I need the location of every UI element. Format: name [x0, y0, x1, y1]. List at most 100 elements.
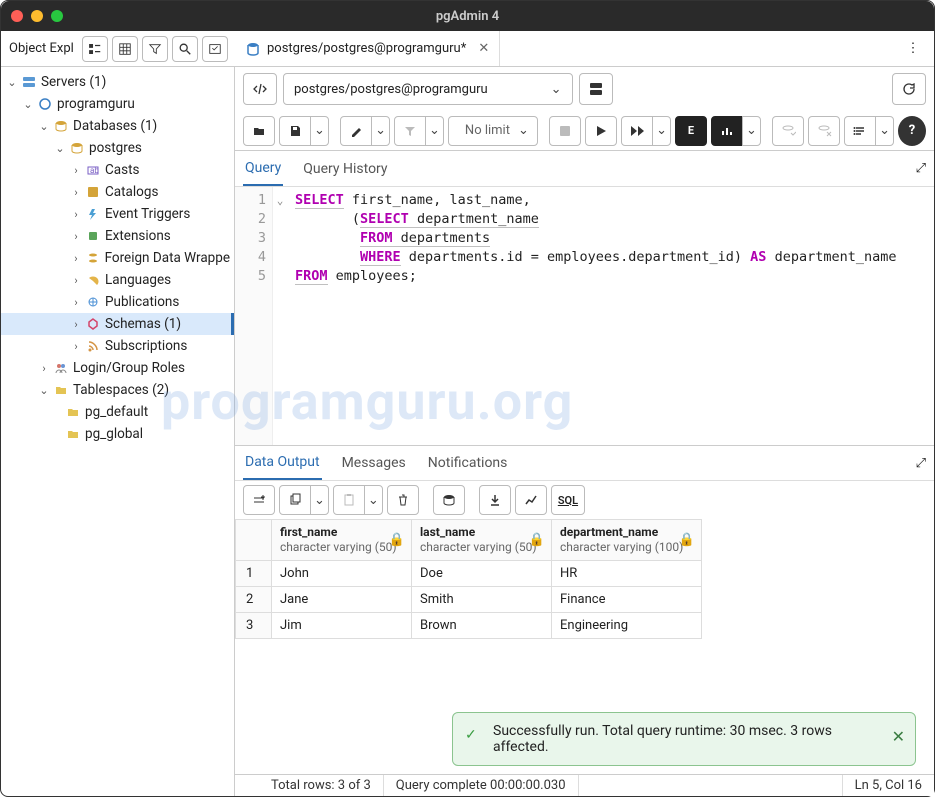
editor-tab-label: postgres/postgres@programguru*: [267, 41, 466, 56]
explain-dropdown[interactable]: [652, 116, 671, 146]
tree-databases[interactable]: ⌄Databases (1): [1, 115, 234, 137]
download-button[interactable]: [479, 485, 511, 515]
expand-output-icon[interactable]: ⤢: [916, 456, 926, 471]
rollback-button[interactable]: [808, 116, 840, 146]
sql-editor[interactable]: 12345 ⌄ SELECT first_name, last_name, (S…: [235, 187, 934, 445]
analyze-dropdown[interactable]: [742, 116, 761, 146]
graph-button[interactable]: [515, 485, 547, 515]
add-row-button[interactable]: [243, 485, 275, 515]
table-row[interactable]: 1JohnDoeHR: [236, 561, 702, 587]
server-icon: [21, 74, 37, 90]
editor-gutter: 12345: [235, 187, 273, 445]
elephant-icon: [37, 96, 53, 112]
tree-casts[interactable]: ›abCasts: [1, 159, 234, 181]
explain-analyze-button[interactable]: E: [675, 116, 707, 146]
sql-button[interactable]: SQL: [551, 485, 585, 515]
tab-notifications[interactable]: Notifications: [426, 447, 510, 479]
copy-button[interactable]: [279, 485, 311, 515]
maximize-window-icon[interactable]: [51, 10, 63, 22]
query-tool-button[interactable]: [202, 36, 228, 62]
grid-view-button[interactable]: [112, 36, 138, 62]
tree-extensions[interactable]: ›Extensions: [1, 225, 234, 247]
folder-icon: [65, 426, 81, 442]
save-button[interactable]: [279, 116, 311, 146]
connection-selector[interactable]: postgres/postgres@programguru: [283, 73, 573, 105]
tree-languages[interactable]: ›Languages: [1, 269, 234, 291]
close-window-icon[interactable]: [11, 10, 23, 22]
tab-query[interactable]: Query: [243, 152, 283, 186]
analyze-button[interactable]: [711, 116, 743, 146]
stop-button[interactable]: [549, 116, 581, 146]
tree-pg-default[interactable]: pg_default: [1, 401, 234, 423]
copy-dropdown[interactable]: [310, 485, 329, 515]
database-icon: [69, 140, 85, 156]
folder-icon: [53, 382, 69, 398]
object-explorer-tree: ⌄Servers (1) ⌄programguru ⌄Databases (1)…: [1, 67, 235, 796]
tree-pg-global[interactable]: pg_global: [1, 423, 234, 445]
edit-dropdown[interactable]: [371, 116, 390, 146]
tree-event-triggers[interactable]: ›Event Triggers: [1, 203, 234, 225]
macros-button[interactable]: [844, 116, 876, 146]
tree-login-roles[interactable]: ›Login/Group Roles: [1, 357, 234, 379]
tree-fdw[interactable]: ›Foreign Data Wrappe: [1, 247, 234, 269]
filter-button[interactable]: [394, 116, 426, 146]
tab-query-history[interactable]: Query History: [301, 153, 389, 185]
object-explorer-label: Object Expl: [9, 41, 74, 56]
paste-button[interactable]: [333, 485, 365, 515]
titlebar: pgAdmin 4: [1, 1, 934, 31]
tree-publications[interactable]: ›Publications: [1, 291, 234, 313]
minimize-window-icon[interactable]: [31, 10, 43, 22]
server-button[interactable]: [579, 73, 613, 105]
tree-postgres[interactable]: ⌄postgres: [1, 137, 234, 159]
code-area[interactable]: SELECT first_name, last_name, (SELECT de…: [287, 187, 904, 445]
editor-tab[interactable]: postgres/postgres@programguru* ✕: [235, 31, 500, 66]
table-row[interactable]: 3JimBrownEngineering: [236, 613, 702, 639]
tree-menu-button[interactable]: [82, 36, 108, 62]
tree-schemas[interactable]: ›Schemas (1): [1, 313, 234, 335]
database-icon: [245, 41, 261, 57]
commit-button[interactable]: [772, 116, 804, 146]
limit-selector[interactable]: No limit: [448, 116, 538, 146]
tab-messages[interactable]: Messages: [340, 447, 408, 479]
extensions-icon: [85, 228, 101, 244]
delete-row-button[interactable]: [387, 485, 419, 515]
tree-tablespaces[interactable]: ⌄Tablespaces (2): [1, 379, 234, 401]
execute-button[interactable]: [585, 116, 617, 146]
output-toolbar: SQL: [235, 481, 934, 519]
close-tab-icon[interactable]: ✕: [478, 41, 489, 56]
kebab-menu-button[interactable]: ⋮: [900, 36, 926, 62]
tab-data-output[interactable]: Data Output: [243, 446, 322, 480]
subscriptions-icon: [85, 338, 101, 354]
connection-status-button[interactable]: [243, 73, 277, 105]
paste-dropdown[interactable]: [364, 485, 383, 515]
close-toast-icon[interactable]: ✕: [892, 727, 905, 746]
roles-icon: [53, 360, 69, 376]
help-button[interactable]: ?: [898, 116, 926, 146]
filter-tree-button[interactable]: [142, 36, 168, 62]
tree-servers[interactable]: ⌄Servers (1): [1, 71, 234, 93]
query-tabs: Query Query History ⤢: [235, 151, 934, 187]
macros-dropdown[interactable]: [875, 116, 894, 146]
filter-dropdown[interactable]: [425, 116, 444, 146]
save-dropdown[interactable]: [310, 116, 329, 146]
toast-text: Successfully run. Total query runtime: 3…: [493, 723, 832, 755]
expand-editor-icon[interactable]: ⤢: [916, 161, 926, 176]
tree-subscriptions[interactable]: ›Subscriptions: [1, 335, 234, 357]
tree-catalogs[interactable]: ›Catalogs: [1, 181, 234, 203]
lock-icon: 🔒: [389, 533, 405, 548]
tree-programguru[interactable]: ⌄programguru: [1, 93, 234, 115]
output-tabs: Data Output Messages Notifications ⤢: [235, 445, 934, 481]
window-title: pgAdmin 4: [436, 9, 499, 24]
database-icon: [53, 118, 69, 134]
edit-button[interactable]: [340, 116, 372, 146]
search-button[interactable]: [172, 36, 198, 62]
table-row[interactable]: 2JaneSmithFinance: [236, 587, 702, 613]
status-rows: Total rows: 3 of 3: [259, 775, 384, 796]
open-file-button[interactable]: [243, 116, 275, 146]
window-controls: [11, 10, 63, 22]
explain-button[interactable]: [621, 116, 653, 146]
status-cursor: Ln 5, Col 16: [842, 775, 934, 796]
save-data-button[interactable]: [433, 485, 465, 515]
top-bar: Object Expl postgres/postgres@programgur…: [1, 31, 934, 67]
reset-button[interactable]: [892, 73, 926, 105]
